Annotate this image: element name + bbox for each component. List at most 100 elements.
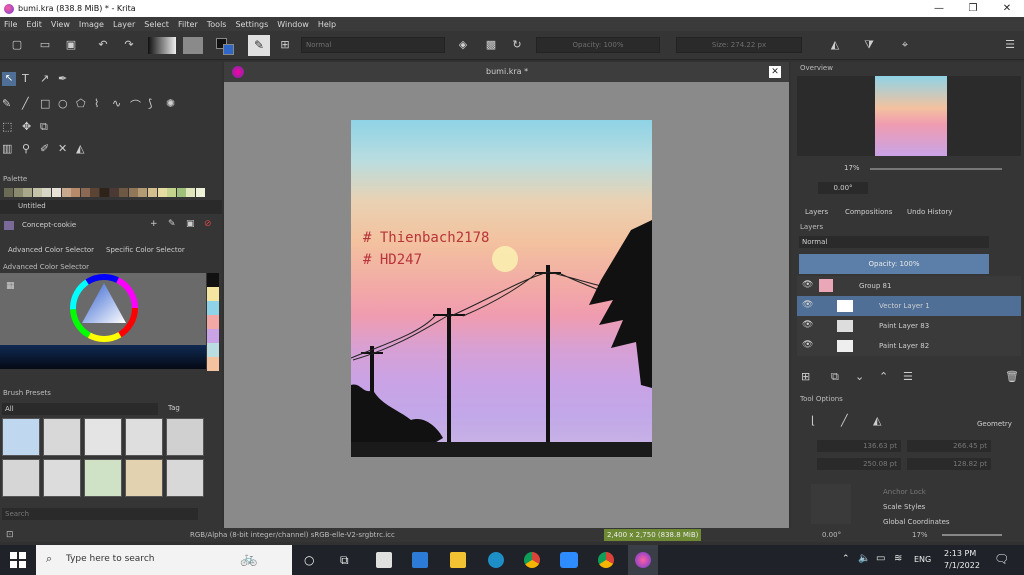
brush-preset-tile[interactable] <box>166 418 204 456</box>
palette-swatch[interactable] <box>119 188 129 197</box>
opacity-slider[interactable]: Opacity: 100% <box>536 37 660 53</box>
brush-filter-select[interactable]: All <box>2 403 158 415</box>
duplicate-layer-icon[interactable]: ⧉ <box>831 370 839 384</box>
mirror-vertical-icon[interactable]: ⧩ <box>862 38 876 52</box>
select-shapes-tool-icon[interactable]: ↖ <box>2 72 16 86</box>
taskbar-search-box[interactable]: ⌕ Type here to search 🚲 <box>36 545 292 575</box>
gradient-selector[interactable] <box>148 37 176 54</box>
brush-preset-tile[interactable] <box>43 418 81 456</box>
artwork-text-line2[interactable]: # HD247 <box>363 252 422 268</box>
overview-rotation-input[interactable]: 0.00° <box>818 182 868 194</box>
brush-preset-tile[interactable] <box>125 459 163 497</box>
open-document-icon[interactable]: ▭ <box>38 38 52 52</box>
delete-layer-icon[interactable]: 🗑 <box>1005 370 1019 383</box>
brush-tag-button[interactable]: Tag <box>168 404 180 412</box>
text-tool-icon[interactable]: T <box>22 72 29 85</box>
freehand-brush-tool-icon[interactable]: ✎ <box>2 97 11 110</box>
menu-help[interactable]: Help <box>318 20 336 29</box>
global-coordinates-checkbox[interactable]: Global Coordinates <box>883 518 950 526</box>
line-tool-icon[interactable]: ╱ <box>22 97 29 110</box>
palette-swatch[interactable] <box>32 188 42 197</box>
color-picker-tool-icon[interactable]: ⚲ <box>22 142 30 155</box>
color-shade-bar[interactable] <box>0 345 206 369</box>
menu-image[interactable]: Image <box>79 20 104 29</box>
layer-row[interactable]: 👁 Paint Layer 83 <box>797 316 1021 336</box>
polyline-tool-icon[interactable]: ⌇ <box>94 97 99 110</box>
visibility-eye-icon[interactable]: 👁 <box>802 340 813 350</box>
store-app-icon[interactable] <box>376 552 392 568</box>
gradient-tool-icon[interactable]: ▥ <box>2 142 12 155</box>
layer-row[interactable]: 👁 Group 81 <box>797 276 1021 296</box>
menu-select[interactable]: Select <box>144 20 169 29</box>
brush-preset-tile[interactable] <box>84 418 122 456</box>
polygon-tool-icon[interactable]: ⬠ <box>76 97 86 110</box>
add-swatch-icon[interactable]: + <box>150 219 158 229</box>
tab-layers[interactable]: Layers <box>805 208 828 216</box>
maximize-button[interactable]: ❐ <box>956 0 990 17</box>
tab-compositions[interactable]: Compositions <box>845 208 892 216</box>
layer-row[interactable]: 👁 Vector Layer 1 <box>797 296 1021 316</box>
undo-icon[interactable]: ↶ <box>96 38 110 52</box>
brush-preset-icon[interactable]: ✎ <box>248 35 270 56</box>
palette-swatch[interactable] <box>23 188 33 197</box>
edit-shapes-tool-icon[interactable]: ↗ <box>40 72 49 85</box>
dynamic-brush-tool-icon[interactable]: ⟆ <box>148 97 152 110</box>
input-language[interactable]: ENG <box>914 555 931 564</box>
task-view-icon[interactable]: ⧉ <box>340 553 349 568</box>
menu-view[interactable]: View <box>51 20 70 29</box>
add-layer-icon[interactable]: ⊞ <box>801 370 810 383</box>
move-tool-icon[interactable]: ✥ <box>22 120 31 133</box>
pattern-selector[interactable] <box>183 37 203 54</box>
layer-properties-icon[interactable]: ☰ <box>903 370 913 383</box>
status-settings-icon[interactable]: ⊡ <box>6 530 14 540</box>
windows-start-icon[interactable] <box>10 552 26 568</box>
anchor-grid[interactable] <box>811 484 851 524</box>
blend-mode-select[interactable]: Normal <box>301 37 445 53</box>
tab-undo-history[interactable]: Undo History <box>907 208 952 216</box>
wifi-icon[interactable]: ≋ <box>894 553 902 564</box>
menu-file[interactable]: File <box>4 20 17 29</box>
speaker-icon[interactable]: 🔈 <box>858 553 870 564</box>
notifications-icon[interactable]: 🗨 <box>994 552 1009 566</box>
palette-swatch[interactable] <box>13 188 23 197</box>
ellipse-tool-icon[interactable]: ○ <box>58 97 68 110</box>
palette-swatch[interactable] <box>61 188 71 197</box>
chrome-profile-icon[interactable] <box>598 552 614 568</box>
bezier-curve-tool-icon[interactable]: ∿ <box>112 97 121 110</box>
palette-swatch[interactable] <box>186 188 196 197</box>
wrap-around-icon[interactable]: ⌖ <box>898 38 912 52</box>
rectangle-tool-icon[interactable]: □ <box>40 97 50 110</box>
document-tab-title[interactable]: bumi.kra * <box>486 67 528 76</box>
minimize-button[interactable]: — <box>922 0 956 17</box>
toolbar-menu-icon[interactable]: ☰ <box>1003 38 1017 52</box>
menu-settings[interactable]: Settings <box>235 20 268 29</box>
file-explorer-icon[interactable] <box>450 552 466 568</box>
new-document-icon[interactable]: ▢ <box>10 38 24 52</box>
brush-preset-tile[interactable] <box>2 459 40 497</box>
palette-swatch[interactable] <box>167 188 177 197</box>
tray-chevron-icon[interactable]: ⌃ <box>842 554 850 564</box>
menu-edit[interactable]: Edit <box>26 20 42 29</box>
palette-swatch[interactable] <box>109 188 119 197</box>
visibility-eye-icon[interactable]: 👁 <box>802 300 813 310</box>
mail-app-icon[interactable] <box>412 552 428 568</box>
menu-filter[interactable]: Filter <box>178 20 198 29</box>
height-input[interactable]: 128.82 pt <box>907 458 991 470</box>
color-selector-settings-icon[interactable]: ▦ <box>6 281 15 291</box>
foreground-background-colors[interactable] <box>216 38 236 55</box>
move-layer-down-icon[interactable]: ⌄ <box>855 370 864 383</box>
tab-specific-color-selector[interactable]: Specific Color Selector <box>106 246 185 254</box>
layer-row[interactable]: 👁 Paint Layer 82 <box>797 336 1021 356</box>
assistant-tool-icon[interactable]: ✕ <box>58 142 67 155</box>
zoom-app-icon[interactable] <box>560 552 578 568</box>
brush-preset-tile[interactable] <box>84 459 122 497</box>
palette-swatch[interactable] <box>138 188 148 197</box>
y-position-input[interactable]: 250.08 pt <box>817 458 901 470</box>
brush-preset-tile[interactable] <box>2 418 40 456</box>
menu-window[interactable]: Window <box>277 20 309 29</box>
select-all-icon[interactable]: ⌊ <box>811 414 815 427</box>
edit-swatch-icon[interactable]: ✎ <box>168 219 176 229</box>
workspace-icon[interactable]: ⊞ <box>278 38 292 52</box>
width-input[interactable]: 266.45 pt <box>907 440 991 452</box>
layer-blend-mode-select[interactable]: Normal <box>799 236 989 248</box>
